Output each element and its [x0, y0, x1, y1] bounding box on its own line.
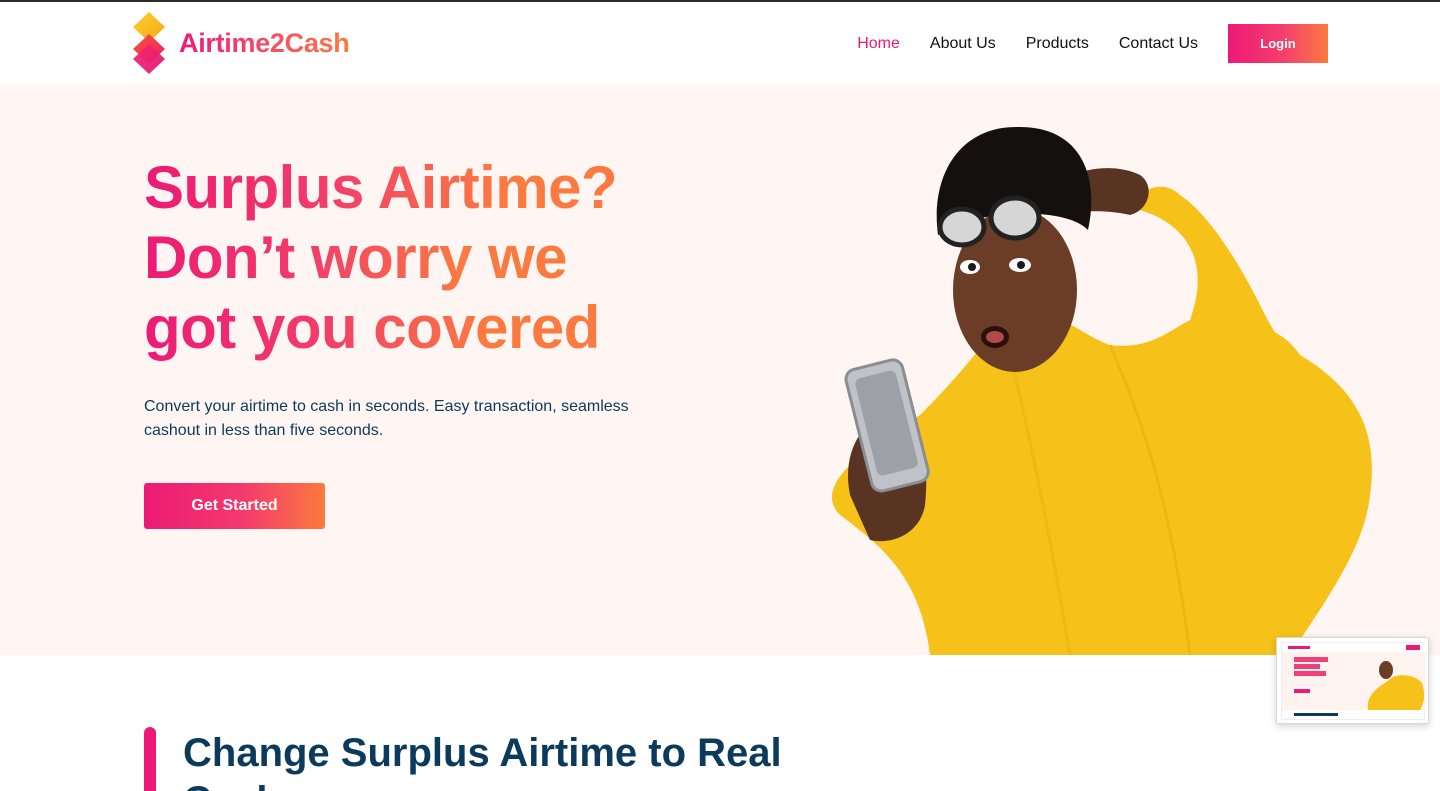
page-preview-thumbnail[interactable] — [1276, 637, 1429, 724]
section-accent-bar — [144, 727, 156, 791]
site-header: Airtime2Cash Home About Us Products Cont… — [0, 2, 1440, 85]
hero-title-line-3: got you covered — [144, 294, 600, 361]
get-started-button[interactable]: Get Started — [144, 483, 325, 529]
login-button[interactable]: Login — [1228, 24, 1328, 63]
hero-title: Surplus Airtime? Don’t worry we got you … — [144, 153, 784, 363]
main-nav: Home About Us Products Contact Us — [857, 34, 1198, 54]
hero-title-line-2: Don’t worry we — [144, 224, 568, 291]
hero-subtitle: Convert your airtime to cash in seconds.… — [144, 398, 629, 439]
nav-item-products[interactable]: Products — [1026, 34, 1089, 54]
nav-item-about-us[interactable]: About Us — [930, 34, 996, 54]
nav-item-contact-us[interactable]: Contact Us — [1119, 34, 1198, 54]
hero-title-line-1: Surplus Airtime? — [144, 154, 618, 221]
hero-section: Surplus Airtime? Don’t worry we got you … — [0, 85, 1440, 655]
brand-logo-link[interactable]: Airtime2Cash — [130, 12, 350, 74]
stacked-diamond-logo-icon — [133, 12, 165, 74]
nav-item-home[interactable]: Home — [857, 34, 900, 54]
page-preview-image — [1281, 642, 1426, 720]
section-title: Change Surplus Airtime to Real Cash — [183, 731, 782, 791]
hero-person-illustration — [831, 126, 1372, 655]
brand-name: Airtime2Cash — [179, 27, 350, 58]
